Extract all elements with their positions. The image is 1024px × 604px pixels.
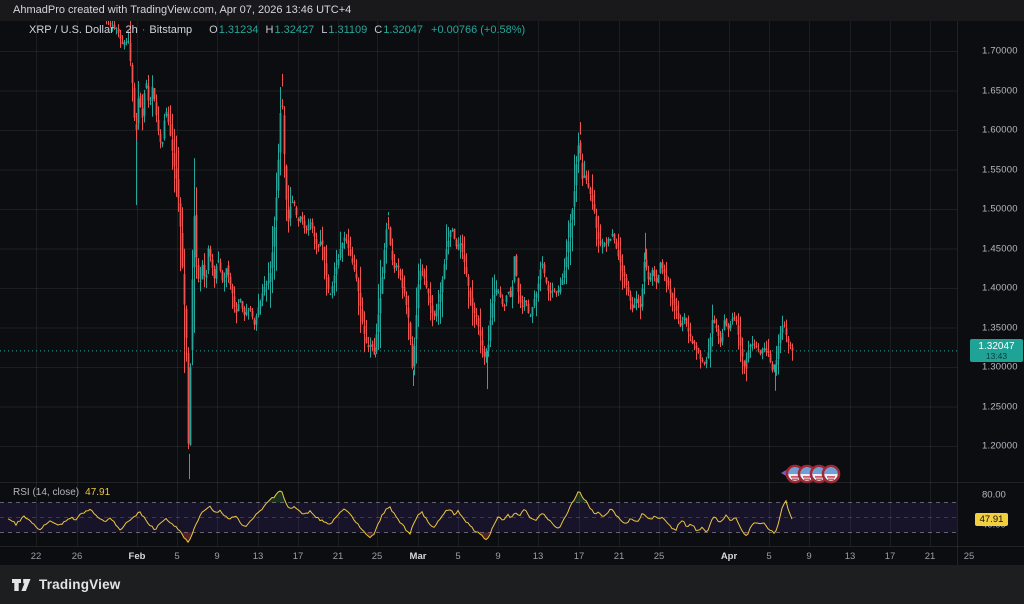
price-axis-label: 1.40000 (982, 282, 1018, 294)
time-axis-label: 25 (371, 551, 383, 562)
price-axis-label: 1.20000 (982, 440, 1018, 452)
time-axis-label: Feb (128, 551, 146, 562)
price-axis-label: 1.65000 (982, 85, 1018, 96)
tradingview-logo-icon[interactable] (12, 578, 31, 592)
low-value: 1.31109 (328, 24, 368, 36)
time-axis-label: 21 (613, 551, 625, 562)
change-value: +0.00766 (+0.58%) (431, 24, 526, 36)
time-axis-label: 13 (844, 551, 856, 562)
rsi-value: 47.91 (85, 487, 111, 498)
rsi-label: RSI (14, close) (13, 487, 80, 498)
price-axis-label: 1.25000 (982, 401, 1018, 412)
time-axis-label: 22 (30, 551, 42, 562)
candlestick-series (106, 21, 794, 480)
close-value: 1.32047 (383, 24, 424, 36)
ohlc-values: O1.31234 H1.32427 L1.31109 C1.32047 +0.00766… (202, 24, 525, 36)
sticker-emoji-stripe (828, 478, 834, 480)
rsi-overbought-fill (572, 491, 587, 503)
rsi-axis-label: 80.00 (982, 489, 1006, 501)
symbol-title: XRP / U.S. Dollar (29, 24, 114, 36)
rsi-value-badge: 47.91 (975, 512, 1008, 526)
exchange-label: Bitstamp (149, 24, 193, 36)
time-axis-label: 25 (653, 551, 665, 562)
chart-canvas[interactable] (0, 0, 1024, 604)
interval-label: 2h (125, 24, 138, 36)
time-axis-label: 17 (884, 551, 896, 562)
time-axis-label: 13 (252, 551, 264, 562)
time-axis-label: 13 (532, 551, 544, 562)
price-axis-label: 1.30000 (982, 361, 1018, 373)
time-axis-label: 26 (71, 551, 83, 562)
price-axis-label: 1.60000 (982, 124, 1018, 136)
current-price-badge: 1.32047 13:43 (970, 339, 1023, 363)
time-axis-label: Apr (720, 551, 738, 562)
price-axis-label: 1.35000 (982, 322, 1018, 333)
time-axis-label: 9 (495, 551, 501, 562)
high-label: H (265, 24, 274, 36)
rsi-overbought-fill (267, 491, 286, 503)
time-axis-label: 5 (174, 551, 180, 562)
high-value: 1.32427 (274, 24, 315, 36)
price-axis-label: 1.55000 (982, 164, 1018, 175)
emoji-sticker-cluster[interactable] (781, 464, 841, 484)
open-value: 1.31234 (218, 24, 259, 36)
time-axis-label: Mar (409, 551, 427, 562)
time-axis-label: 5 (455, 551, 461, 562)
sticker-emoji-stripe (815, 476, 823, 478)
time-axis-label: 9 (214, 551, 220, 562)
time-axis-label: 9 (806, 551, 812, 562)
sticker-emoji-stripe (803, 476, 811, 478)
sticker-emoji-stripe (791, 476, 799, 478)
close-label: C (374, 24, 383, 36)
time-axis-label: 17 (573, 551, 585, 562)
low-label: L (321, 24, 328, 36)
symbol-legend[interactable]: XRP / U.S. Dollar · 2h · Bitstamp O1.31234 H1.… (29, 23, 525, 37)
rsi-legend[interactable]: RSI (14, close) 47.91 (13, 487, 110, 498)
sticker-emoji-stripe (816, 478, 822, 480)
tradingview-wordmark[interactable]: TradingView (39, 577, 120, 592)
sticker-emoji-stripe (804, 478, 810, 480)
attribution-text: AhmadPro created with TradingView.com, A… (13, 4, 352, 16)
time-axis-label: 25 (963, 551, 975, 562)
price-axis-label: 1.45000 (982, 243, 1018, 254)
sticker-emoji-stripe (827, 476, 835, 478)
rsi-band-fill (0, 502, 957, 533)
time-axis-label: 21 (924, 551, 936, 562)
legend-separator: · (117, 24, 122, 36)
sticker-emoji-stripe (792, 478, 798, 480)
tradingview-snapshot: AhmadPro created with TradingView.com, A… (0, 0, 1024, 604)
time-axis-label: 17 (292, 551, 304, 562)
legend-separator: · (141, 24, 146, 36)
price-axis-label: 1.70000 (982, 45, 1018, 57)
footer-bar: TradingView (0, 565, 1024, 604)
time-axis-label: 21 (332, 551, 344, 562)
price-axis-label: 1.50000 (982, 203, 1018, 215)
bar-countdown: 13:43 (985, 350, 1008, 361)
open-label: O (209, 24, 218, 36)
time-axis-label: 5 (766, 551, 772, 562)
